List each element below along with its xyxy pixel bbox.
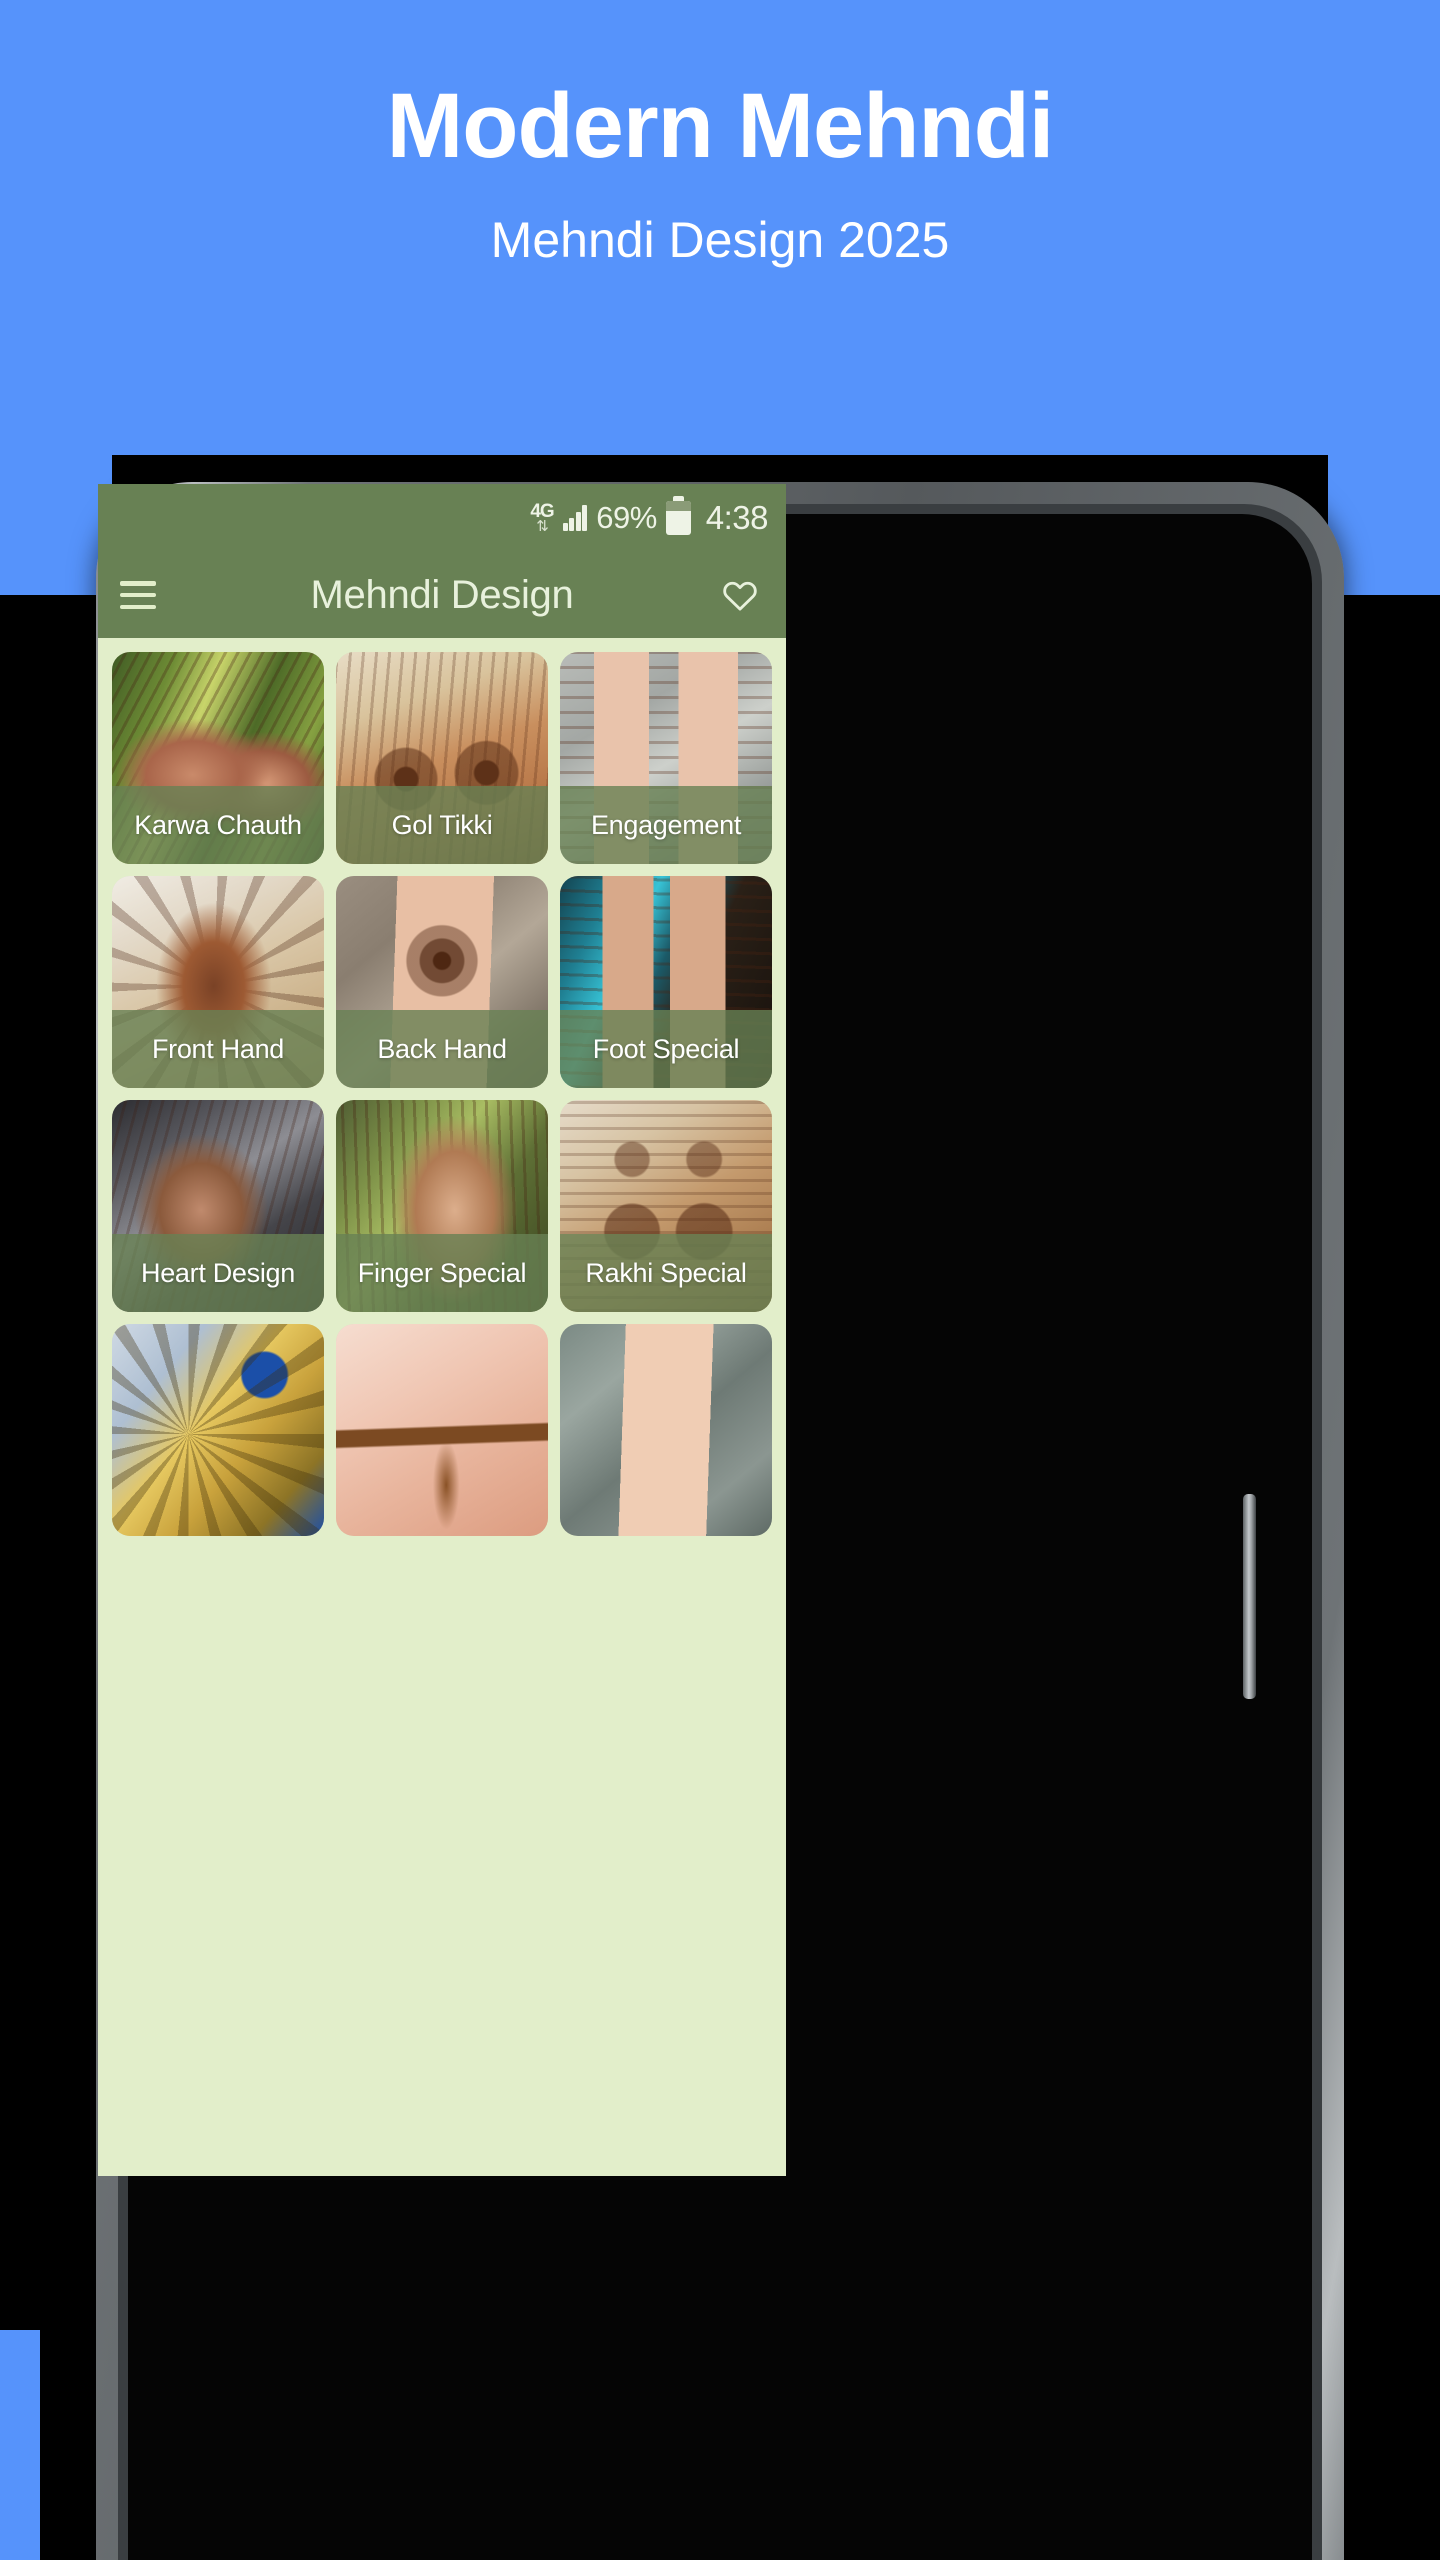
signal-strength-icon	[562, 505, 588, 531]
category-tile[interactable]: Foot Special	[560, 876, 772, 1088]
status-bar: 4G ⇅ 69% 4:38	[98, 484, 786, 552]
page-title: Modern Mehndi	[386, 75, 1055, 177]
category-tile-image-detail	[112, 1324, 324, 1536]
category-tile[interactable]: Heart Design	[112, 1100, 324, 1312]
category-tile-label-overlay: Back Hand	[336, 1010, 548, 1088]
power-button[interactable]	[1243, 1494, 1256, 1699]
category-tile-label-overlay: Finger Special	[336, 1234, 548, 1312]
battery-percent-label: 69%	[596, 500, 657, 535]
category-tile[interactable]: Gol Tikki	[336, 652, 548, 864]
backdrop-blue-lower-left	[0, 2330, 40, 2560]
heart-outline-icon[interactable]	[718, 573, 762, 617]
category-tile-label-overlay: Karwa Chauth	[112, 786, 324, 864]
backdrop-blue-right	[1328, 455, 1440, 595]
hamburger-menu-icon[interactable]	[120, 581, 156, 609]
category-tile-label-overlay: Gol Tikki	[336, 786, 548, 864]
clock-label: 4:38	[705, 499, 769, 536]
category-tile-label: Foot Special	[592, 1033, 740, 1064]
app-screen: 4G ⇅ 69% 4:38 Mehndi Design Karwa Chauth…	[98, 484, 786, 2176]
category-grid: Karwa Chauth Gol Tikki Engagement Front Han…	[98, 638, 786, 1536]
category-tile-image-detail	[560, 1324, 772, 1536]
app-bar: Mehndi Design	[98, 552, 786, 638]
category-tile-image-detail	[336, 1324, 548, 1536]
category-tile-label: Engagement	[590, 809, 742, 840]
category-tile[interactable]: Karwa Chauth	[112, 652, 324, 864]
battery-icon	[665, 496, 691, 535]
category-tile-label-overlay: Rakhi Special	[560, 1234, 772, 1312]
app-bar-title: Mehndi Design	[310, 572, 574, 617]
page-subtitle: Mehndi Design 2025	[490, 211, 950, 268]
category-tile[interactable]: Rakhi Special	[560, 1100, 772, 1312]
category-tile-label: Heart Design	[141, 1257, 295, 1288]
category-tile[interactable]: Back Hand	[336, 876, 548, 1088]
category-tile[interactable]	[336, 1324, 548, 1536]
category-tile-label: Front Hand	[151, 1033, 285, 1064]
category-tile-label: Gol Tikki	[391, 809, 493, 840]
category-tile-label-overlay: Foot Special	[560, 1010, 772, 1088]
category-tile-label: Karwa Chauth	[134, 809, 302, 840]
data-transfer-arrows-icon: ⇅	[536, 518, 549, 535]
category-tile[interactable]: Finger Special	[336, 1100, 548, 1312]
category-tile[interactable]	[560, 1324, 772, 1536]
category-tile[interactable]	[112, 1324, 324, 1536]
category-tile[interactable]: Front Hand	[112, 876, 324, 1088]
category-tile-label: Back Hand	[377, 1033, 507, 1064]
category-tile[interactable]: Engagement	[560, 652, 772, 864]
category-tile-label-overlay: Front Hand	[112, 1010, 324, 1088]
category-tile-label: Rakhi Special	[585, 1257, 747, 1288]
hero-banner: Modern Mehndi Mehndi Design 2025	[0, 0, 1440, 470]
category-tile-label: Finger Special	[357, 1257, 527, 1288]
network-type-icon: 4G ⇅	[530, 502, 554, 535]
category-tile-label-overlay: Heart Design	[112, 1234, 324, 1312]
category-tile-label-overlay: Engagement	[560, 786, 772, 864]
